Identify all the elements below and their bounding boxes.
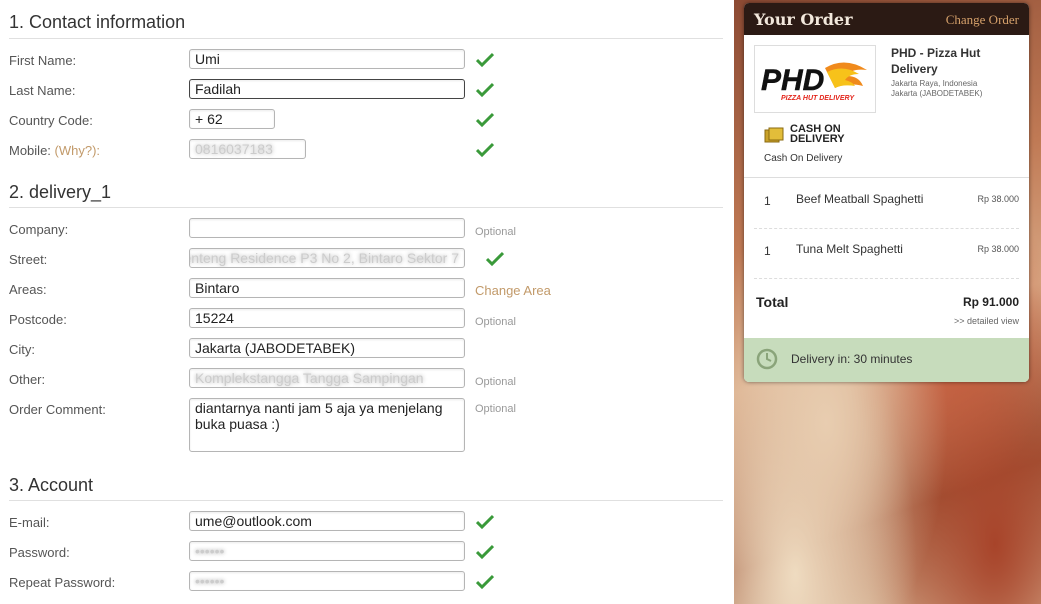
change-area-link[interactable]: Change Area: [475, 283, 551, 298]
shop-address-line: Jakarta Raya, Indonesia: [891, 79, 978, 88]
label-last-name: Last Name:: [9, 83, 76, 98]
order-header: Your Order Change Order: [744, 3, 1029, 35]
shop-address-line: Jakarta (JABODETABEK): [891, 89, 983, 98]
label-other: Other:: [9, 372, 46, 387]
postcode-input[interactable]: 15224: [189, 308, 465, 328]
shop-info: PHD PIZZA HUT DELIVERY PHD - Pizza Hut D…: [744, 35, 1029, 178]
label-order-comment: Order Comment:: [9, 402, 106, 417]
item-price: Rp 38.000: [977, 244, 1019, 254]
cod-badge-line: DELIVERY: [790, 133, 845, 145]
payment-method: Cash On Delivery: [764, 153, 843, 164]
item-name: Beef Meatball Spaghetti: [796, 192, 924, 206]
cod-badge: CASH ON DELIVERY: [790, 124, 845, 145]
label-areas: Areas:: [9, 282, 47, 297]
password-input[interactable]: ••••••: [189, 541, 465, 561]
total-label: Total: [756, 294, 789, 310]
label-mobile: Mobile: (Why?):: [9, 143, 100, 158]
checkout-form: 1. Contact information First Name: Umi L…: [0, 0, 734, 604]
label-email: E-mail:: [9, 515, 50, 530]
optional-hint: Optional: [475, 226, 516, 238]
order-item: 1 Beef Meatball Spaghetti Rp 38.000: [754, 178, 1019, 229]
areas-input[interactable]: Bintaro: [189, 278, 465, 298]
label-company: Company:: [9, 222, 69, 237]
optional-hint: Optional: [475, 376, 516, 388]
phd-logo-graphic: PHD PIZZA HUT DELIVERY: [761, 62, 867, 102]
section-divider: [9, 38, 723, 39]
cash-icon: [764, 127, 784, 143]
item-name: Tuna Melt Spaghetti: [796, 242, 903, 256]
item-price: Rp 38.000: [977, 194, 1019, 204]
first-name-input[interactable]: Umi: [189, 49, 465, 69]
country-code-input[interactable]: + 62: [189, 109, 275, 129]
change-order-link[interactable]: Change Order: [946, 12, 1019, 28]
check-icon: [486, 251, 504, 267]
order-panel: Your Order Change Order PHD PIZZA HUT DE…: [744, 3, 1029, 382]
company-input[interactable]: [189, 218, 465, 238]
item-qty: 1: [764, 244, 771, 258]
label-street: Street:: [9, 252, 48, 267]
last-name-input[interactable]: Fadilah: [189, 79, 465, 99]
label-first-name: First Name:: [9, 53, 77, 68]
pizza-background: Your Order Change Order PHD PIZZA HUT DE…: [734, 0, 1041, 604]
mobile-label-text: Mobile:: [9, 143, 51, 158]
section-divider: [9, 500, 723, 501]
check-icon: [476, 574, 494, 590]
check-icon: [476, 142, 494, 158]
optional-hint: Optional: [475, 316, 516, 328]
shop-name: PHD - Pizza Hut Delivery: [891, 46, 981, 76]
check-icon: [476, 82, 494, 98]
logo-text: PHD: [761, 64, 824, 97]
why-link[interactable]: (Why?):: [55, 143, 101, 158]
logo-subtext: PIZZA HUT DELIVERY: [781, 95, 855, 102]
delivery-info: Delivery in: 30 minutes: [744, 338, 1029, 382]
total-value: Rp 91.000: [962, 295, 1019, 309]
check-icon: [476, 544, 494, 560]
check-icon: [476, 52, 494, 68]
email-input[interactable]: ume@outlook.com: [189, 511, 465, 531]
clock-icon: [756, 348, 778, 370]
label-country-code: Country Code:: [9, 113, 93, 128]
check-icon: [476, 112, 494, 128]
street-input[interactable]: Menteng Residence P3 No 2, Bintaro Sekto…: [189, 248, 465, 268]
repeat-password-input[interactable]: ••••••: [189, 571, 465, 591]
section-title-delivery: 2. delivery_1: [9, 182, 112, 202]
delivery-time: Delivery in: 30 minutes: [791, 352, 913, 366]
label-city: City:: [9, 342, 35, 357]
detailed-view-link[interactable]: >> detailed view: [954, 316, 1019, 326]
shop-address: Jakarta Raya, Indonesia Jakarta (JABODET…: [891, 79, 982, 99]
other-input[interactable]: Komplekstangga Tangga Sampingan: [189, 368, 465, 388]
phd-logo: PHD PIZZA HUT DELIVERY: [754, 45, 876, 113]
order-title: Your Order: [754, 10, 853, 29]
optional-hint: Optional: [475, 403, 516, 415]
label-repeat-password: Repeat Password:: [9, 575, 116, 590]
mobile-input[interactable]: 0816037183: [189, 139, 306, 159]
check-icon: [476, 514, 494, 530]
city-input[interactable]: Jakarta (JABODETABEK): [189, 338, 465, 358]
section-title-account: 3. Account: [9, 475, 94, 495]
order-comment-textarea[interactable]: diantarnya nanti jam 5 aja ya menjelang …: [189, 398, 465, 452]
order-item: 1 Tuna Melt Spaghetti Rp 38.000: [754, 228, 1019, 279]
section-title-contact: 1. Contact information: [9, 12, 186, 32]
label-postcode: Postcode:: [9, 312, 67, 327]
item-qty: 1: [764, 194, 771, 208]
label-password: Password:: [9, 545, 70, 560]
section-divider: [9, 207, 723, 208]
